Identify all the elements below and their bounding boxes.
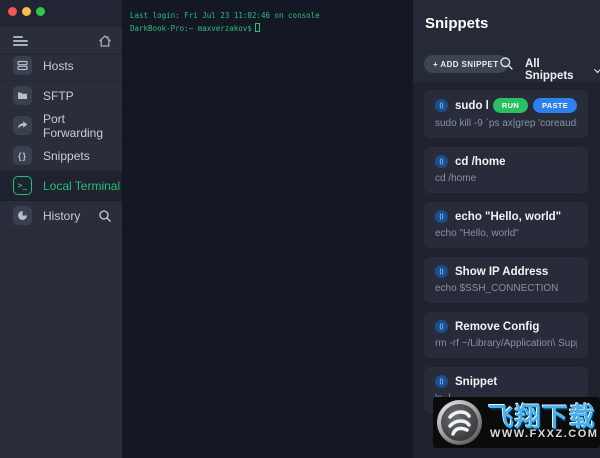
panel-title: Snippets bbox=[425, 15, 488, 32]
sidebar-item-hosts[interactable]: Hosts bbox=[0, 51, 122, 81]
snippet-icon: () bbox=[435, 265, 448, 278]
snippet-icon: () bbox=[435, 155, 448, 168]
search-icon[interactable] bbox=[499, 56, 514, 76]
sidebar-item-label: Port Forwarding bbox=[43, 112, 122, 140]
watermark-banner: 飞翔下载 WWW.FXXZ.COM bbox=[433, 397, 600, 448]
forward-arrow-icon bbox=[13, 116, 32, 135]
history-search-icon[interactable] bbox=[98, 209, 112, 223]
sidebar: Hosts SFTP Port Forwarding bbox=[0, 0, 122, 458]
terminal-line-1: Last login: Fri Jul 23 11:02:46 on conso… bbox=[130, 11, 320, 20]
snippets-list: () sudo kill ... RUN PASTE sudo kill -9 … bbox=[424, 90, 588, 413]
terminal-area[interactable]: Last login: Fri Jul 23 11:02:46 on conso… bbox=[122, 0, 413, 458]
snippets-filter-dropdown[interactable]: All Snippets bbox=[525, 58, 600, 82]
snippet-icon: () bbox=[435, 99, 448, 112]
sidebar-item-port-forwarding[interactable]: Port Forwarding bbox=[0, 111, 122, 141]
snippet-command: echo $SSH_CONNECTION bbox=[435, 283, 577, 294]
sidebar-item-history[interactable]: History bbox=[0, 201, 122, 231]
snippet-card[interactable]: () Remove Config rm -rf ~/Library/Applic… bbox=[424, 312, 588, 358]
snippet-icon: () bbox=[435, 375, 448, 388]
terminal-icon: >_ bbox=[13, 176, 32, 195]
snippet-title: Snippet bbox=[455, 376, 497, 388]
zoom-window-button[interactable] bbox=[36, 7, 45, 16]
snippet-card[interactable]: () cd /home cd /home bbox=[424, 147, 588, 193]
snippets-panel: Snippets + ADD SNIPPET All Snippets () s… bbox=[413, 0, 600, 458]
snippets-panel-header: Snippets + ADD SNIPPET All Snippets bbox=[413, 0, 600, 82]
snippet-icon: () bbox=[435, 210, 448, 223]
snippet-title: Remove Config bbox=[455, 321, 539, 333]
folder-icon bbox=[13, 86, 32, 105]
filter-label: All Snippets bbox=[525, 58, 590, 82]
terminal-cursor bbox=[255, 23, 260, 32]
window-titlebar bbox=[0, 0, 122, 27]
minimize-window-button[interactable] bbox=[22, 7, 31, 16]
watermark-site-url: WWW.FXXZ.COM bbox=[490, 428, 598, 440]
terminal-line-2: DarkBook-Pro:~ maxverzakov$ bbox=[130, 24, 252, 33]
sidebar-item-label: Snippets bbox=[43, 149, 90, 163]
history-clock-icon bbox=[13, 206, 32, 225]
hosts-icon bbox=[13, 56, 32, 75]
sidebar-item-label: Hosts bbox=[43, 59, 74, 73]
sidebar-item-label: SFTP bbox=[43, 89, 74, 103]
app-window: Last login: Fri Jul 23 11:02:46 on conso… bbox=[0, 0, 600, 458]
snippet-title: sudo kill ... bbox=[455, 100, 488, 112]
chevron-down-icon bbox=[594, 65, 600, 72]
snippet-card[interactable]: () sudo kill ... RUN PASTE sudo kill -9 … bbox=[424, 90, 588, 138]
sidebar-item-snippets[interactable]: {} Snippets bbox=[0, 141, 122, 171]
paste-button[interactable]: PASTE bbox=[533, 98, 577, 113]
sidebar-item-label: Local Terminal bbox=[43, 179, 120, 193]
menu-icon[interactable] bbox=[13, 36, 29, 46]
snippet-command: rm -rf ~/Library/Application\ Suppor... bbox=[435, 338, 577, 349]
terminal-output: Last login: Fri Jul 23 11:02:46 on conso… bbox=[130, 9, 320, 35]
snippet-command: echo "Hello, world" bbox=[435, 228, 577, 239]
snippet-icon: () bbox=[435, 320, 448, 333]
snippet-title: cd /home bbox=[455, 156, 505, 168]
sidebar-item-sftp[interactable]: SFTP bbox=[0, 81, 122, 111]
watermark-logo-icon bbox=[437, 400, 482, 445]
run-button[interactable]: RUN bbox=[493, 98, 528, 113]
close-window-button[interactable] bbox=[8, 7, 17, 16]
snippet-title: Show IP Address bbox=[455, 266, 548, 278]
snippet-card[interactable]: () Show IP Address echo $SSH_CONNECTION bbox=[424, 257, 588, 303]
snippet-command: cd /home bbox=[435, 173, 577, 184]
snippet-card[interactable]: () echo "Hello, world" echo "Hello, worl… bbox=[424, 202, 588, 248]
sidebar-item-label: History bbox=[43, 209, 80, 223]
sidebar-menu: Hosts SFTP Port Forwarding bbox=[0, 51, 122, 231]
add-snippet-button[interactable]: + ADD SNIPPET bbox=[424, 55, 508, 73]
snippet-title: echo "Hello, world" bbox=[455, 211, 561, 223]
snippet-command: sudo kill -9 `ps ax|grep 'coreaudio[a-z.… bbox=[435, 118, 577, 129]
sidebar-item-local-terminal[interactable]: >_ Local Terminal bbox=[0, 171, 122, 201]
braces-icon: {} bbox=[13, 146, 32, 165]
